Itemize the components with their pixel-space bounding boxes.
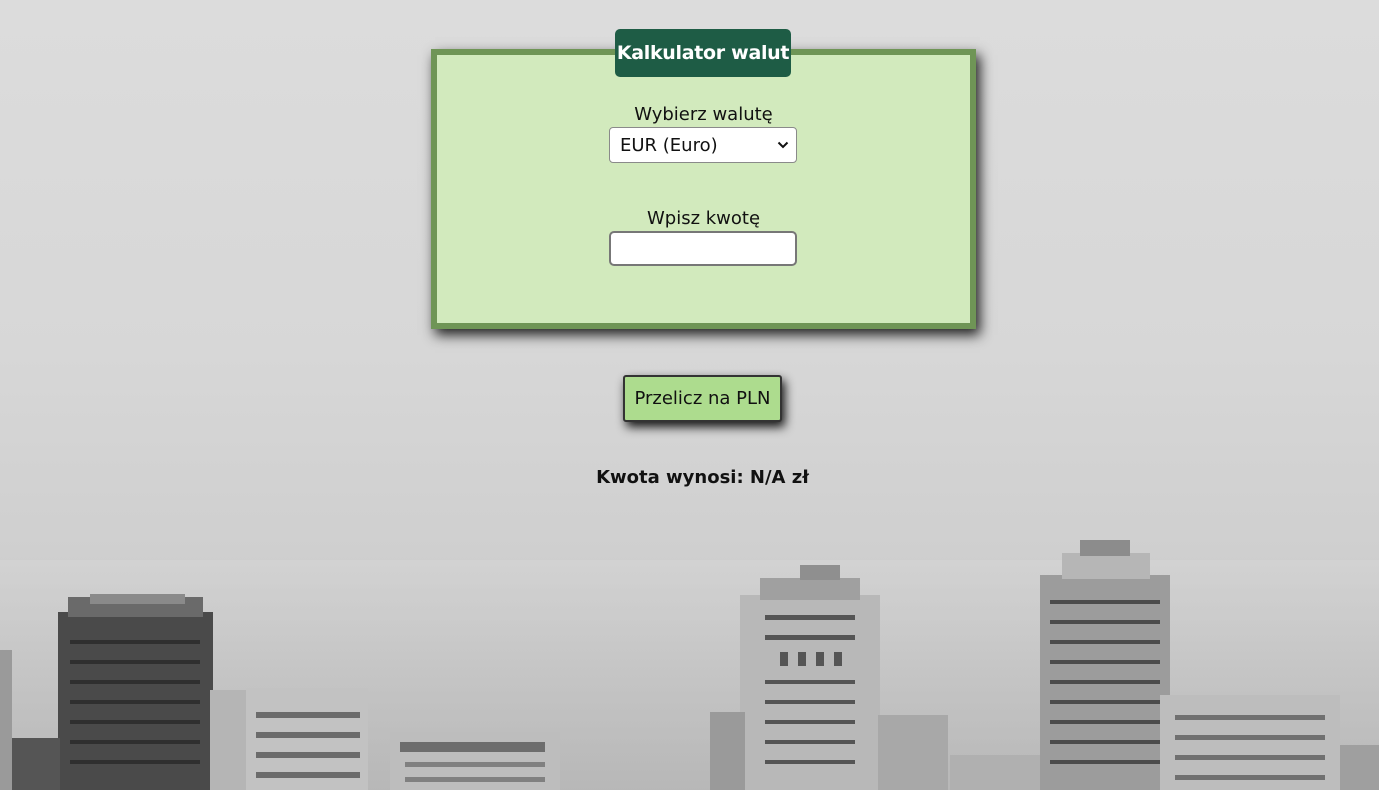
result-text: Kwota wynosi: N/A zł <box>596 467 809 488</box>
amount-label: Wpisz kwotę <box>646 208 761 229</box>
convert-to-pln-button[interactable]: Przelicz na PLN <box>623 375 782 422</box>
amount-input[interactable] <box>609 231 797 266</box>
currency-select[interactable]: EUR (Euro) <box>609 127 797 163</box>
calculator-title: Kalkulator walut <box>615 29 791 77</box>
currency-label: Wybierz walutę <box>634 104 773 125</box>
currency-selected-value: EUR (Euro) <box>620 134 718 156</box>
chevron-down-icon <box>777 141 789 149</box>
currency-calculator-panel <box>431 49 976 329</box>
